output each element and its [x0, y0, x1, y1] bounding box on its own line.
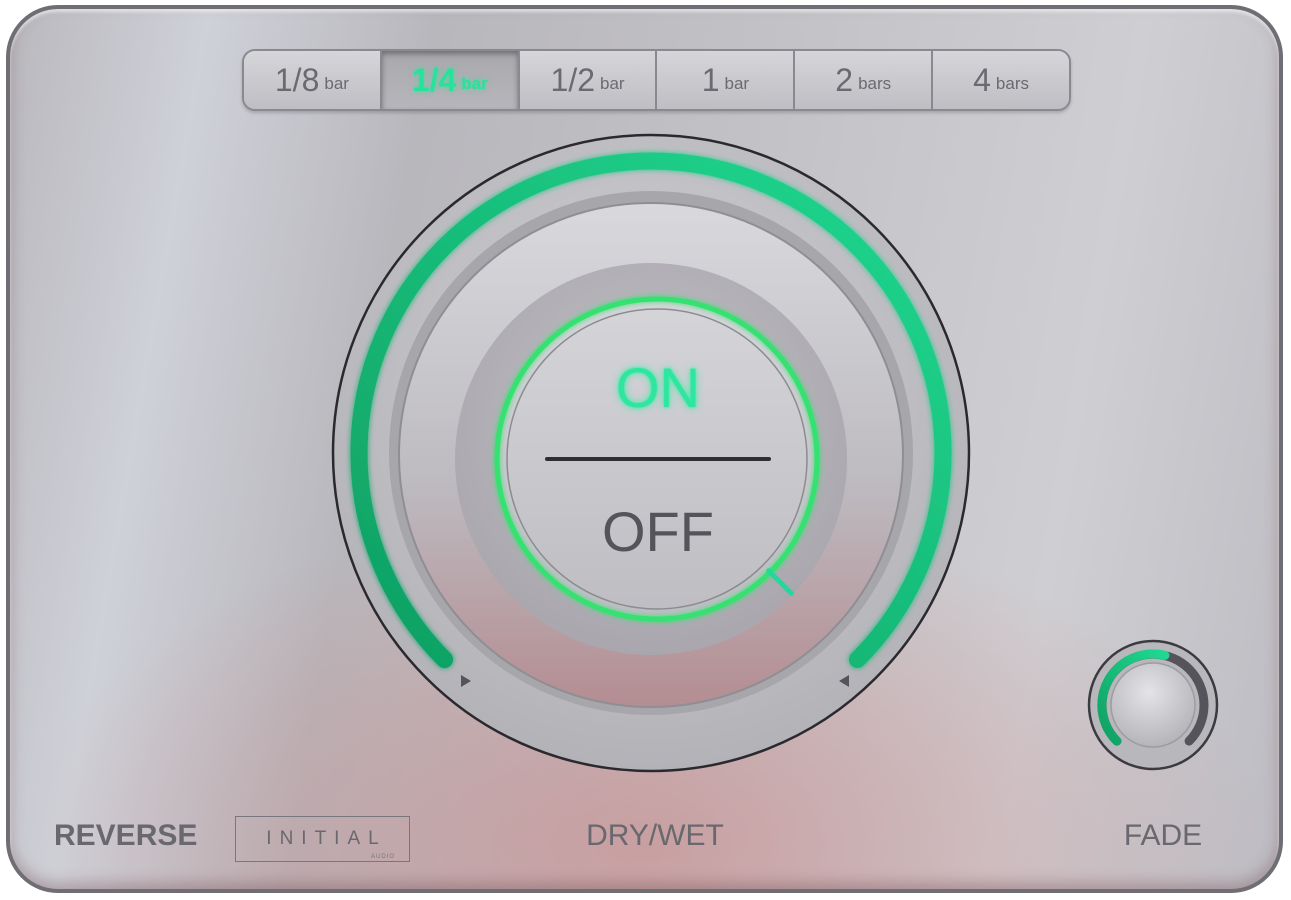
- brand-logo: INITIAL AUDIO: [235, 816, 410, 862]
- off-label: OFF: [602, 500, 714, 563]
- on-label: ON: [616, 356, 700, 419]
- dry-wet-label: DRY/WET: [586, 819, 724, 852]
- logo-sub: AUDIO: [370, 854, 395, 860]
- plugin-panel: 1/8 bar 1/4 bar 1/2 bar 1 bar 2 bars 4 bars: [6, 5, 1283, 893]
- reverse-button[interactable]: REVERSE: [54, 819, 197, 853]
- logo-word: INITIAL: [266, 828, 387, 849]
- on-off-divider: [545, 457, 771, 461]
- fade-label: FADE: [1123, 819, 1203, 852]
- fade-knob-hit-area[interactable]: [1089, 641, 1217, 769]
